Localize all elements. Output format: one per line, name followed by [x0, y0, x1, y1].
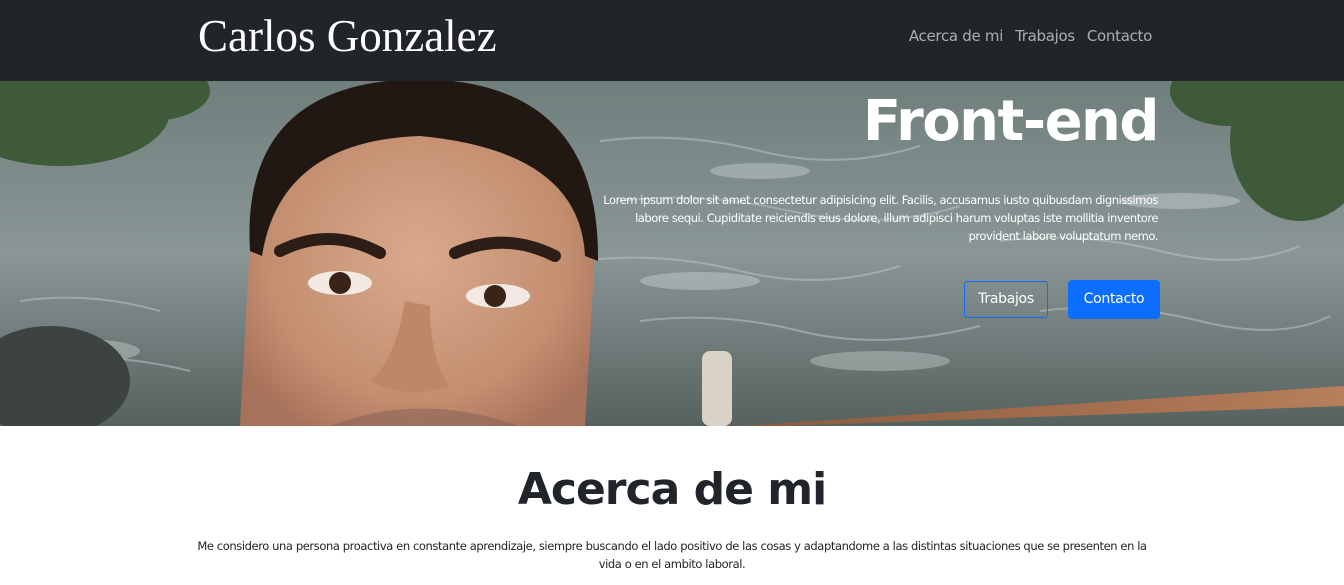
contact-button[interactable]: Contacto — [1068, 280, 1160, 319]
works-button[interactable]: Trabajos — [964, 281, 1048, 318]
navbar: Carlos Gonzalez Acerca de mi Trabajos Co… — [0, 0, 1344, 81]
hero-title: Front-end — [862, 89, 1160, 154]
nav-link-works[interactable]: Trabajos — [1015, 26, 1075, 46]
nav-link-contact[interactable]: Contacto — [1087, 26, 1152, 46]
about-title: Acerca de mi — [517, 464, 827, 515]
hero-section: Front-end Lorem ipsum dolor sit amet con… — [0, 81, 1344, 426]
hero-description: Lorem ipsum dolor sit amet consectetur a… — [603, 193, 1158, 243]
nav-links: Acerca de mi Trabajos Contacto — [909, 26, 1152, 46]
about-text: Me considero una persona proactiva en co… — [197, 539, 1147, 571]
brand-logo[interactable]: Carlos Gonzalez — [198, 8, 497, 64]
nav-link-about[interactable]: Acerca de mi — [909, 26, 1004, 46]
